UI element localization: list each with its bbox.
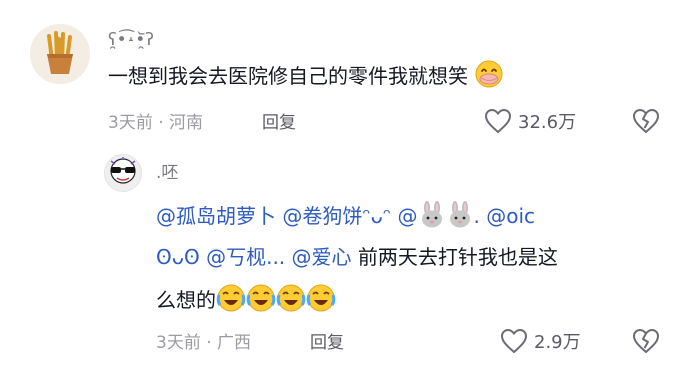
reply-button[interactable]: 回复 bbox=[262, 113, 296, 133]
reply-location: 广西 bbox=[217, 333, 252, 353]
mention-link[interactable]: @ . @oic bbox=[397, 201, 536, 228]
loudly-crying-laughing-face-icon bbox=[306, 283, 336, 323]
mention-link[interactable]: @丂枧... bbox=[206, 245, 285, 269]
replier-avatar[interactable] bbox=[104, 154, 142, 192]
mention-link[interactable]: @爱心 bbox=[292, 245, 352, 269]
like-count: 32.6万 bbox=[518, 112, 577, 133]
heart-icon bbox=[500, 328, 528, 354]
mention-at: @ bbox=[397, 204, 418, 228]
like-button[interactable]: 2.9万 bbox=[500, 328, 581, 354]
french-fries-icon bbox=[30, 24, 90, 84]
like-button[interactable]: 32.6万 bbox=[484, 108, 576, 134]
loudly-crying-laughing-face-icon bbox=[216, 283, 246, 323]
reply-meta: 3天前 · 广西 bbox=[156, 333, 252, 353]
reply-button[interactable]: 回复 bbox=[310, 333, 344, 353]
heart-icon bbox=[484, 108, 512, 134]
comment-text-body: 一想到我会去医院修自己的零件我就想笑 bbox=[108, 64, 468, 88]
broken-heart-icon bbox=[632, 108, 660, 134]
commenter-avatar[interactable] bbox=[30, 24, 90, 84]
sunglasses-face-icon bbox=[105, 155, 141, 191]
loudly-crying-laughing-face-icon bbox=[246, 283, 276, 323]
comment-meta: 3天前 · 河南 bbox=[108, 113, 204, 133]
dislike-button[interactable] bbox=[632, 328, 660, 358]
mention-link[interactable]: @卷狗饼ᵔᴗᵔ bbox=[282, 204, 391, 228]
reply-text-line-2: ʘᴗʘ @丂枧... @爱心 前两天去打针我也是这 bbox=[156, 240, 558, 274]
commenter-username[interactable]: ʕ̯•͡˔•̯᷅ʔ bbox=[108, 30, 154, 50]
reply-text-tail: 么想的 bbox=[156, 288, 216, 312]
broken-heart-icon bbox=[632, 328, 660, 354]
reply-time: 3天前 bbox=[156, 333, 201, 353]
loudly-crying-laughing-face-icon bbox=[276, 283, 306, 323]
comment-location: 河南 bbox=[169, 113, 204, 133]
mention-link[interactable]: @孤岛胡萝卜 bbox=[156, 204, 276, 228]
mention-suffix: . @oic bbox=[473, 204, 536, 228]
replier-username[interactable]: .呸 bbox=[156, 163, 178, 183]
mention-kaomoji[interactable]: ʘᴗʘ bbox=[156, 245, 200, 269]
like-count: 2.9万 bbox=[534, 332, 581, 353]
rabbit-face-icon bbox=[446, 201, 474, 239]
smiling-face-with-hand-over-mouth-icon bbox=[474, 59, 504, 99]
rabbit-face-icon bbox=[418, 201, 446, 239]
comment-time: 3天前 bbox=[108, 113, 153, 133]
comment-text: 一想到我会去医院修自己的零件我就想笑 bbox=[108, 59, 504, 99]
reply-text-line-1: @孤岛胡萝卜 @卷狗饼ᵔᴗᵔ @ . @oic bbox=[156, 199, 535, 239]
dislike-button[interactable] bbox=[632, 108, 660, 138]
reply-text-line-3: 么想的 bbox=[156, 283, 336, 323]
reply-text-body: 前两天去打针我也是这 bbox=[357, 245, 558, 269]
